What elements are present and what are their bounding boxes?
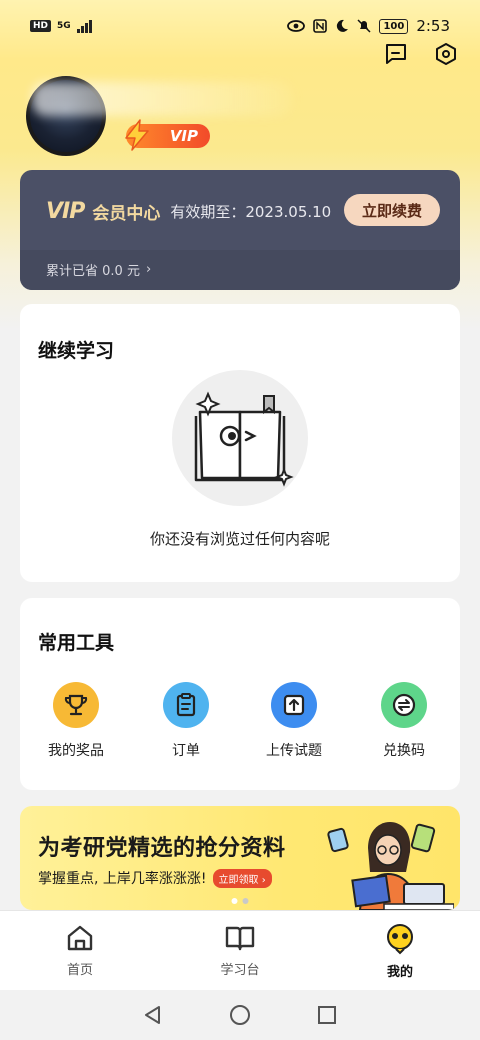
tab-label: 首页 [66, 963, 93, 978]
vip-badge[interactable]: VIP [125, 119, 210, 151]
tool-redeem-code[interactable]: 兑换码 [364, 682, 444, 760]
lightning-icon [125, 119, 149, 151]
continue-learning-title: 继续学习 [38, 340, 115, 362]
tool-label: 订单 [172, 743, 200, 759]
home-icon [67, 925, 93, 951]
carousel-indicator [231, 898, 249, 904]
vip-member-card[interactable]: VIP 会员中心 有效期至：2023.05.10 立即续费 累计已省 0.0 元… [20, 170, 460, 290]
home-circle-icon[interactable] [229, 1004, 251, 1026]
settings-hexagon-icon[interactable] [432, 40, 460, 68]
banner-cta-button[interactable]: 立即领取 › [212, 868, 272, 888]
system-nav-bar [0, 990, 480, 1040]
trophy-icon [53, 682, 99, 728]
empty-state-text: 你还没有浏览过任何内容呢 [149, 530, 330, 548]
battery-indicator: 100 [379, 18, 409, 34]
saved-amount: 累计已省 0.0 元 [46, 264, 140, 279]
mascot-icon [387, 924, 413, 955]
tab-home[interactable]: 首页 [0, 911, 160, 990]
clipboard-icon [163, 682, 209, 728]
chevron-right-icon: › [145, 262, 152, 277]
vip-logo: VIP [46, 198, 85, 224]
nfc-icon [313, 19, 328, 33]
continue-learning-card: 继续学习 你还没有浏览过任何内容呢 [20, 304, 460, 582]
signal-icon [76, 19, 92, 33]
tool-label: 上传试题 [266, 743, 322, 759]
network-label: 5G [57, 21, 71, 31]
renew-button[interactable]: 立即续费 [344, 194, 440, 226]
exchange-icon [381, 682, 427, 728]
bottom-tab-bar: 首页 学习台 我的 [0, 910, 480, 990]
tools-title: 常用工具 [38, 632, 115, 654]
moon-icon [337, 19, 349, 32]
book-icon [225, 926, 255, 951]
eye-icon [287, 20, 306, 32]
hd-badge: HD [30, 20, 52, 32]
mute-bell-icon [357, 19, 371, 33]
tab-label: 学习台 [220, 963, 260, 978]
message-icon[interactable] [382, 40, 410, 68]
vip-valid-until: 有效期至：2023.05.10 [170, 202, 332, 221]
profile-header: VIP [22, 76, 462, 166]
saved-amount-link[interactable]: 累计已省 0.0 元 › [46, 260, 151, 279]
reading-girl-illustration [327, 822, 454, 910]
vip-badge-label: VIP [169, 127, 198, 145]
user-name-blurred [32, 82, 292, 116]
recent-square-icon[interactable] [316, 1004, 338, 1026]
vip-center-title: 会员中心 [92, 203, 161, 224]
banner-subtitle-row: 掌握重点, 上岸几率涨涨涨! 立即领取 › [38, 868, 272, 888]
top-actions [382, 40, 460, 68]
clock: 2:53 [416, 17, 450, 35]
tab-study[interactable]: 学习台 [160, 911, 320, 990]
open-book-icon [194, 391, 294, 487]
back-triangle-icon[interactable] [142, 1004, 164, 1026]
tool-upload-questions[interactable]: 上传试题 [254, 682, 334, 760]
promo-banner[interactable]: 为考研党精选的抢分资料 掌握重点, 上岸几率涨涨涨! 立即领取 › [20, 806, 460, 910]
tab-mine[interactable]: 我的 [320, 911, 480, 990]
banner-subtitle: 掌握重点, 上岸几率涨涨涨! [38, 871, 207, 887]
tool-label: 兑换码 [383, 743, 425, 759]
tool-label: 我的奖品 [48, 743, 104, 759]
tool-my-prizes[interactable]: 我的奖品 [36, 682, 116, 760]
tool-orders[interactable]: 订单 [146, 682, 226, 760]
tab-label: 我的 [386, 965, 413, 980]
banner-title: 为考研党精选的抢分资料 [38, 836, 286, 861]
upload-icon [271, 682, 317, 728]
empty-state-illustration [172, 370, 308, 506]
tools-card: 常用工具 我的奖品 订单 上传试题 兑换码 [20, 598, 460, 790]
